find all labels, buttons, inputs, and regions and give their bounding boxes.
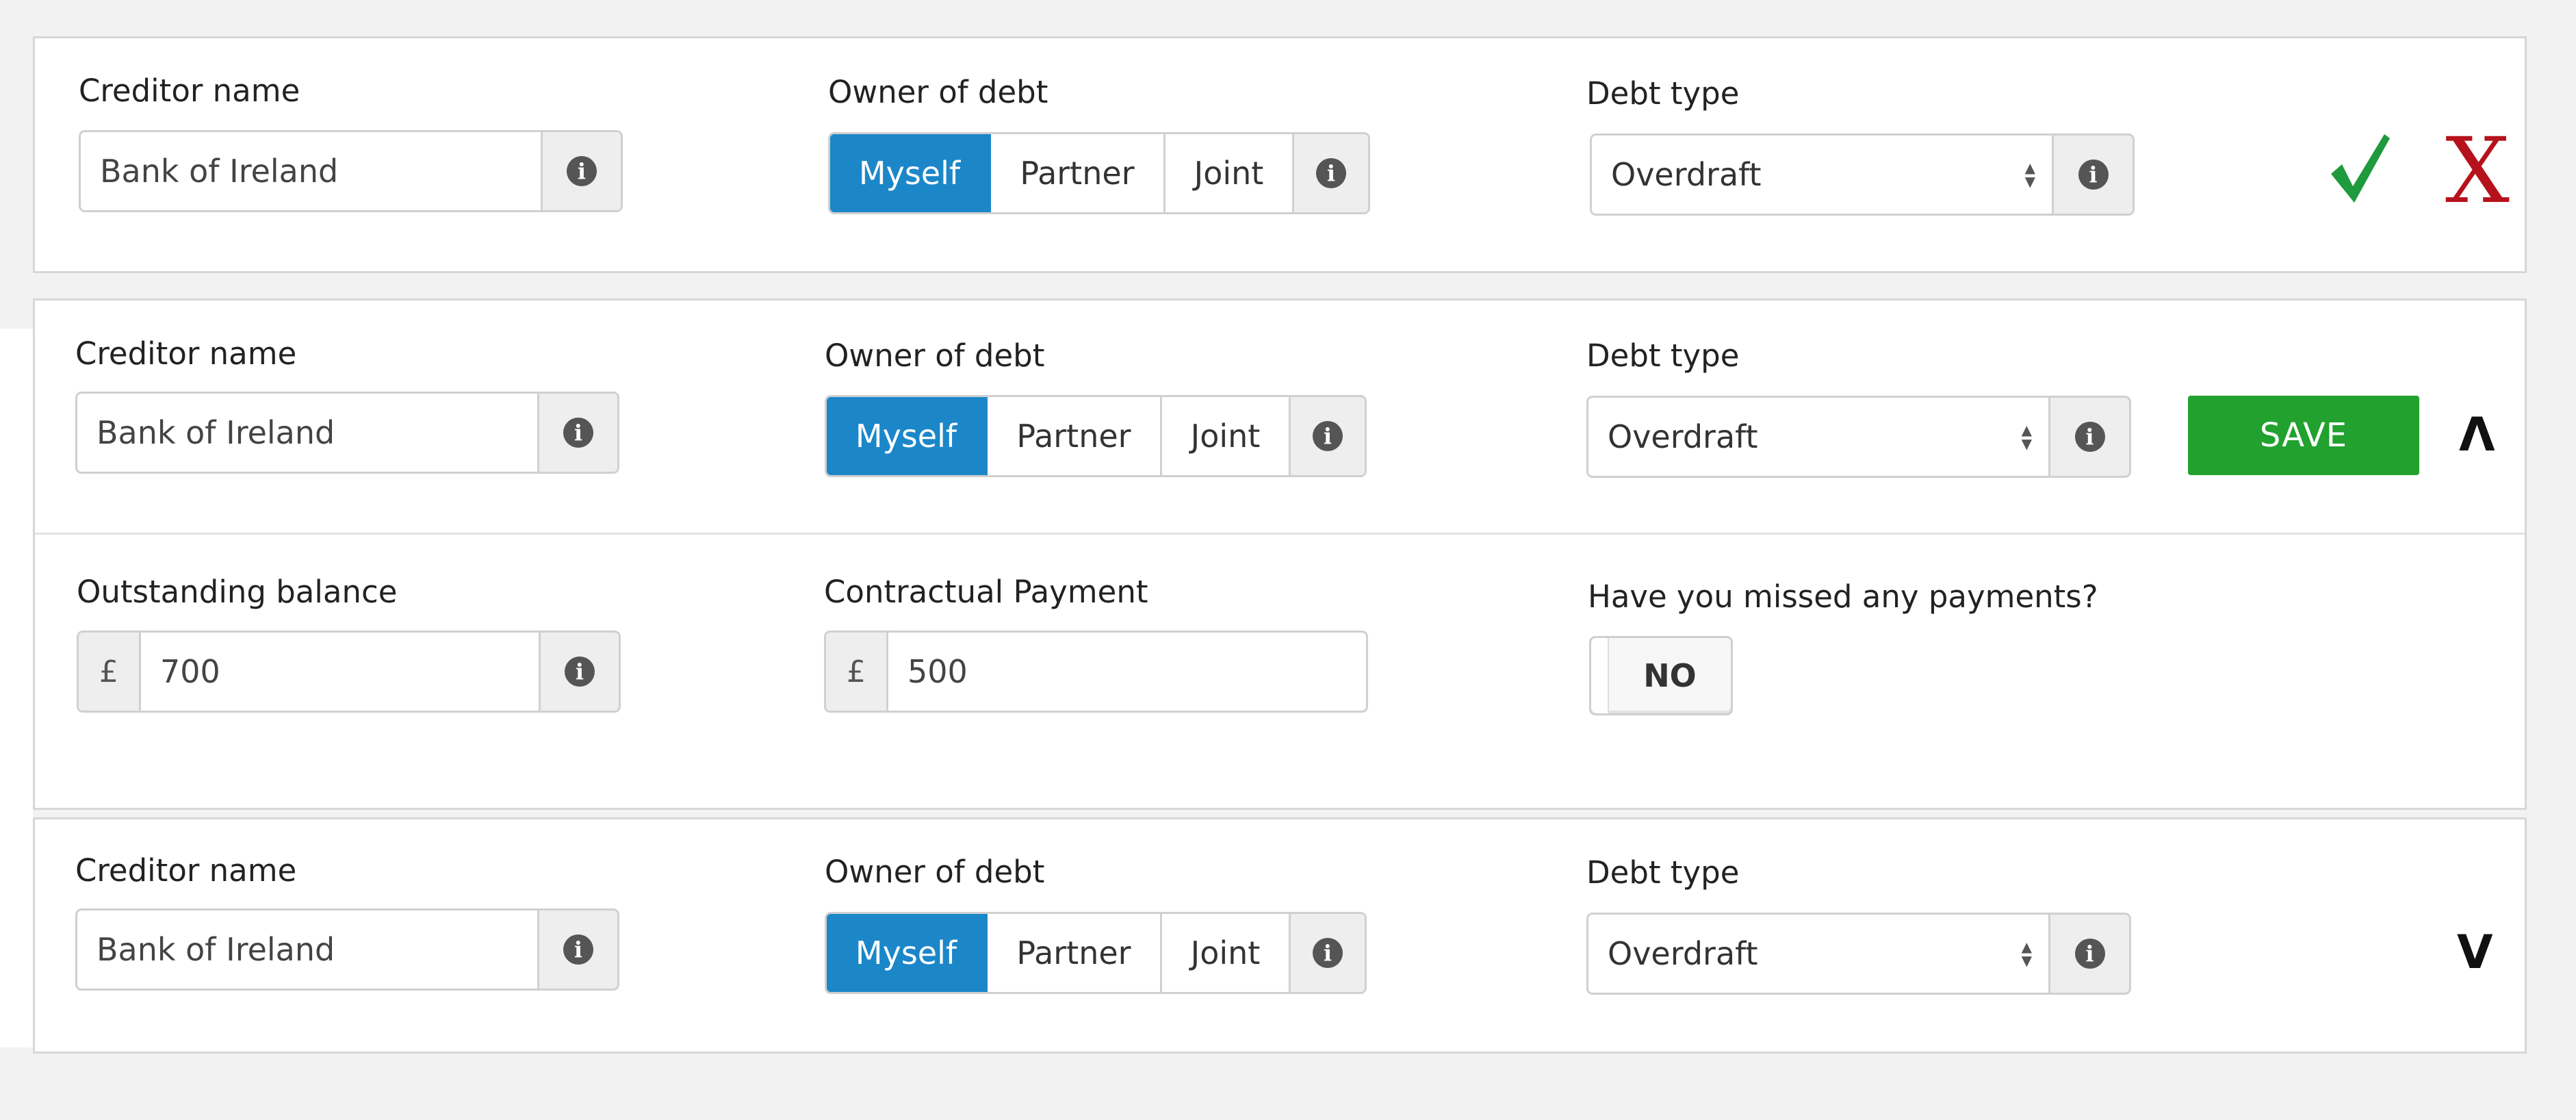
debt-type-select-group: Overdraft ▲ ▼ i xyxy=(1586,396,2131,478)
creditor-name-label: Creditor name xyxy=(75,335,297,372)
owner-option-partner[interactable]: Partner xyxy=(988,397,1162,475)
select-arrows-icon: ▲ ▼ xyxy=(2021,422,2032,452)
info-icon: i xyxy=(2078,160,2109,190)
toggle-knob xyxy=(1591,638,1609,713)
owner-option-myself[interactable]: Myself xyxy=(827,914,988,992)
debt-type-label: Debt type xyxy=(1586,854,1740,891)
debt-type-label: Debt type xyxy=(1586,75,1740,112)
debt-type-info-button[interactable]: i xyxy=(2050,913,2131,995)
info-icon: i xyxy=(2074,939,2105,969)
creditor-name-input[interactable]: Bank of Ireland i xyxy=(75,908,619,991)
owner-of-debt-selector[interactable]: Myself Partner Joint i xyxy=(825,395,1367,477)
info-icon: i xyxy=(563,418,593,448)
toggle-state: NO xyxy=(1643,657,1697,694)
owner-option-myself[interactable]: Myself xyxy=(830,134,991,212)
creditor-name-value: Bank of Ireland xyxy=(100,153,339,190)
owner-info-button[interactable]: i xyxy=(1294,134,1368,212)
debt-type-info-button[interactable]: i xyxy=(2050,396,2131,478)
select-arrows-icon: ▲ ▼ xyxy=(2021,939,2032,969)
owner-of-debt-label: Owner of debt xyxy=(828,74,1048,110)
outstanding-balance-value: 700 xyxy=(160,653,220,690)
outstanding-balance-input[interactable]: £ 700 i xyxy=(77,631,621,713)
debt-type-value: Overdraft xyxy=(1608,418,1758,455)
owner-option-joint[interactable]: Joint xyxy=(1162,914,1291,992)
owner-option-partner[interactable]: Partner xyxy=(988,914,1162,992)
left-gutter xyxy=(0,329,33,1047)
owner-option-myself[interactable]: Myself xyxy=(827,397,988,475)
card-divider xyxy=(35,533,2525,535)
info-icon: i xyxy=(2074,422,2105,452)
debt-type-select-group: Overdraft ▲ ▼ i xyxy=(1590,133,2135,216)
missed-payments-label: Have you missed any payments? xyxy=(1588,578,2098,615)
chevron-up-icon[interactable]: Λ xyxy=(2459,412,2495,459)
close-icon[interactable]: X xyxy=(2445,126,2510,216)
owner-option-joint[interactable]: Joint xyxy=(1162,397,1291,475)
save-button[interactable]: SAVE xyxy=(2188,396,2419,475)
creditor-name-info-button[interactable]: i xyxy=(537,911,617,989)
outstanding-balance-info-button[interactable]: i xyxy=(539,633,619,711)
currency-prefix: £ xyxy=(826,633,888,711)
select-arrows-icon: ▲ ▼ xyxy=(2024,160,2035,190)
owner-of-debt-selector[interactable]: Myself Partner Joint i xyxy=(828,132,1370,214)
checkmark-icon[interactable] xyxy=(2327,129,2393,207)
currency-prefix: £ xyxy=(79,633,141,711)
chevron-down-icon[interactable]: V xyxy=(2457,930,2493,976)
missed-payments-toggle[interactable]: NO xyxy=(1589,636,1733,715)
contractual-payment-value: 500 xyxy=(907,653,968,690)
debt-type-value: Overdraft xyxy=(1611,156,1762,193)
creditor-name-value: Bank of Ireland xyxy=(96,931,335,968)
creditor-name-label: Creditor name xyxy=(79,73,300,109)
debt-card-2 xyxy=(33,298,2527,810)
debt-type-value: Overdraft xyxy=(1608,935,1758,972)
debt-type-select[interactable]: Overdraft ▲ ▼ xyxy=(1590,133,2054,216)
debt-type-select[interactable]: Overdraft ▲ ▼ xyxy=(1586,396,2050,478)
creditor-name-input[interactable]: Bank of Ireland i xyxy=(75,392,619,474)
owner-option-joint[interactable]: Joint xyxy=(1165,134,1294,212)
owner-of-debt-label: Owner of debt xyxy=(825,338,1045,374)
owner-info-button[interactable]: i xyxy=(1291,397,1365,475)
debt-type-label: Debt type xyxy=(1586,338,1740,374)
contractual-payment-input[interactable]: £ 500 xyxy=(824,631,1368,713)
creditor-name-info-button[interactable]: i xyxy=(541,132,621,210)
creditor-name-value: Bank of Ireland xyxy=(96,414,335,451)
info-icon: i xyxy=(1316,158,1346,188)
info-icon: i xyxy=(567,156,597,186)
info-icon: i xyxy=(1313,421,1343,451)
info-icon: i xyxy=(565,657,595,687)
owner-of-debt-selector[interactable]: Myself Partner Joint i xyxy=(825,912,1367,994)
debt-type-info-button[interactable]: i xyxy=(2054,133,2135,216)
info-icon: i xyxy=(563,934,593,965)
debt-type-select[interactable]: Overdraft ▲ ▼ xyxy=(1586,913,2050,995)
debt-type-select-group: Overdraft ▲ ▼ i xyxy=(1586,913,2131,995)
owner-info-button[interactable]: i xyxy=(1291,914,1365,992)
creditor-name-info-button[interactable]: i xyxy=(537,394,617,472)
owner-of-debt-label: Owner of debt xyxy=(825,854,1045,890)
outstanding-balance-label: Outstanding balance xyxy=(77,574,398,610)
contractual-payment-label: Contractual Payment xyxy=(824,574,1148,610)
creditor-name-input[interactable]: Bank of Ireland i xyxy=(79,130,623,212)
creditor-name-label: Creditor name xyxy=(75,852,297,889)
info-icon: i xyxy=(1313,938,1343,968)
owner-option-partner[interactable]: Partner xyxy=(991,134,1165,212)
